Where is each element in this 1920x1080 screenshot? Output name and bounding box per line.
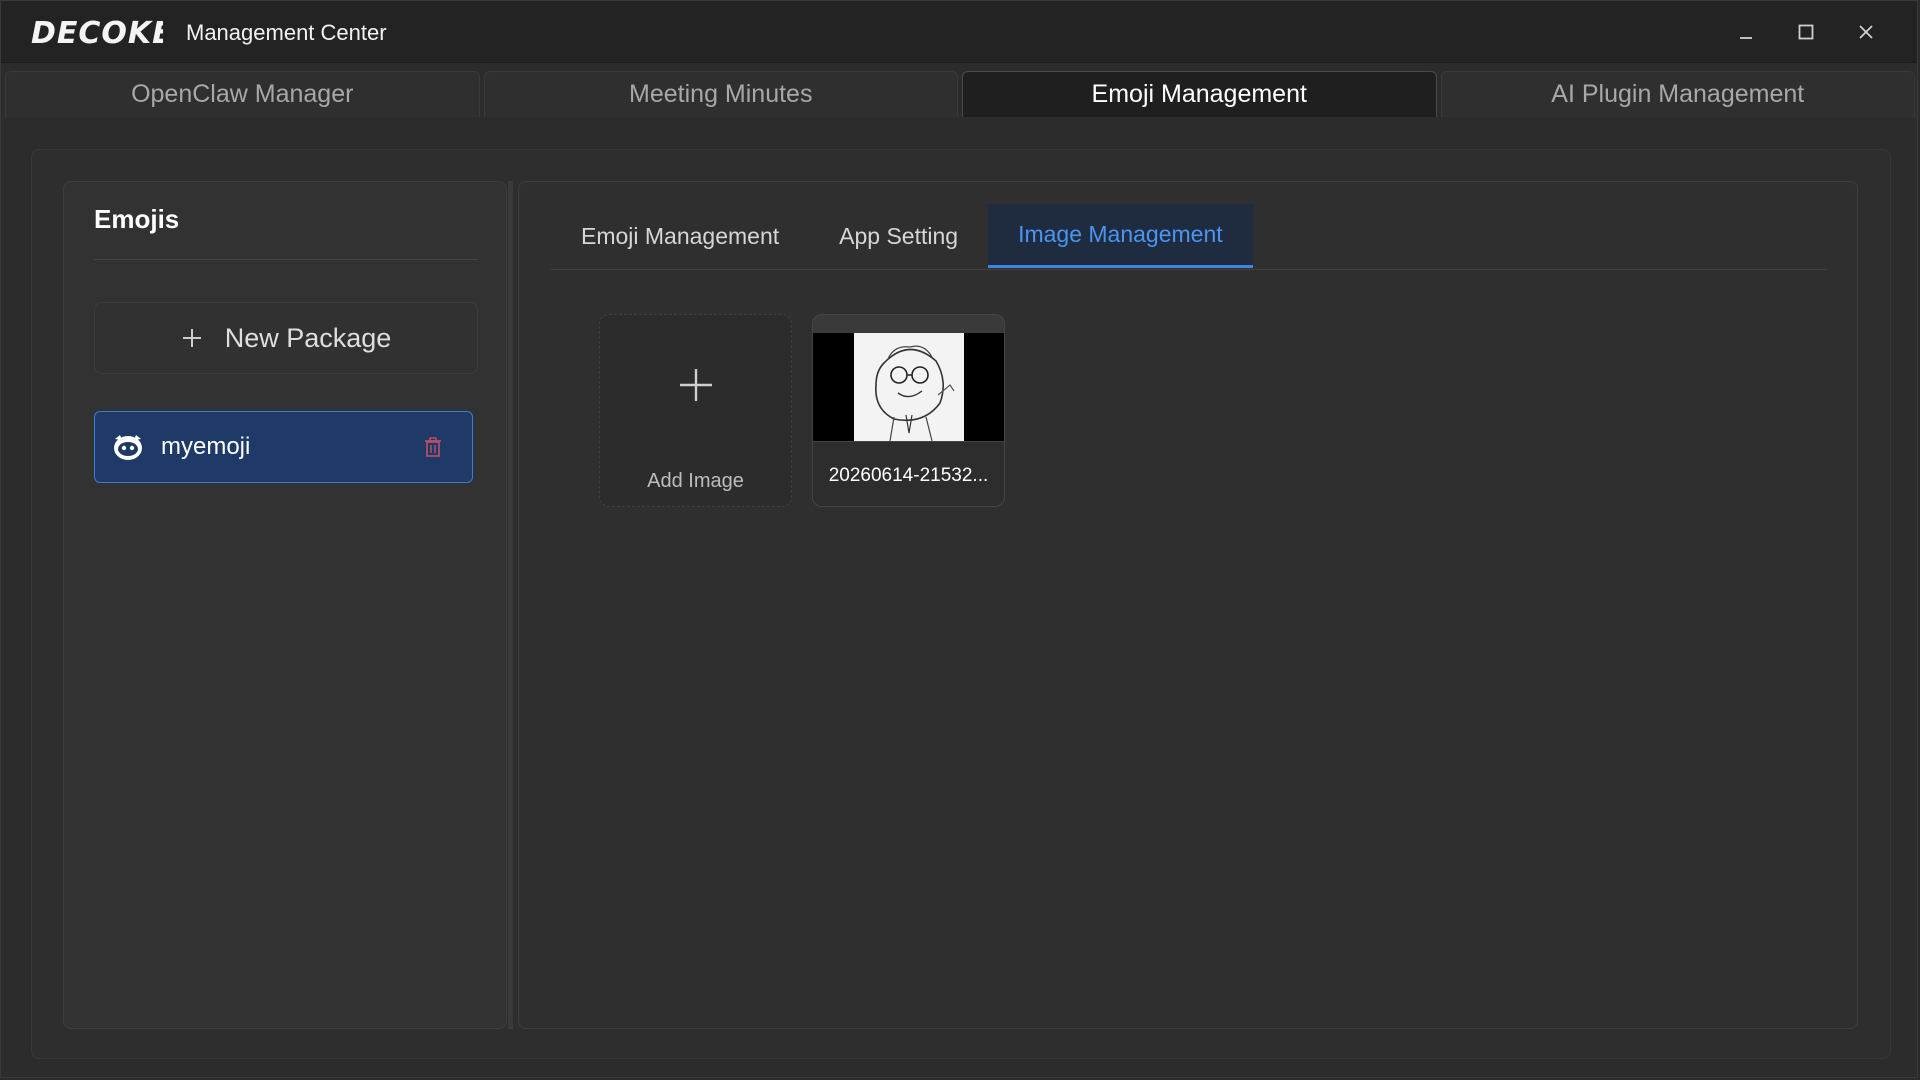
tab-meeting-minutes[interactable]: Meeting Minutes: [483, 71, 958, 117]
subtab-emoji-management[interactable]: Emoji Management: [551, 204, 809, 268]
new-package-label: New Package: [224, 322, 392, 353]
tab-ai-plugin-management[interactable]: AI Plugin Management: [1440, 71, 1915, 117]
logo-mark: DECOKE: [31, 16, 173, 51]
plus-icon: [181, 321, 203, 355]
close-icon: [1859, 25, 1873, 39]
new-package-button[interactable]: New Package: [94, 302, 478, 374]
add-plus-icon: [600, 367, 791, 403]
maximize-icon: [1798, 24, 1814, 40]
panel-title: Emojis: [94, 204, 180, 234]
emoji-detail-panel: Emoji Management App Setting Image Manag…: [518, 181, 1858, 1029]
package-label: myemoji: [161, 433, 251, 460]
subtab-app-setting[interactable]: App Setting: [809, 204, 988, 268]
main-tab-bar: OpenClaw Manager Meeting Minutes Emoji M…: [5, 71, 1915, 117]
emoji-face-icon: [111, 430, 145, 464]
panel-divider: [94, 259, 478, 260]
image-caption: 20260614-21532...: [813, 441, 1004, 506]
tab-emoji-management[interactable]: Emoji Management: [962, 71, 1437, 117]
maximize-button[interactable]: [1783, 13, 1829, 51]
logo-text: DECOKE: [31, 16, 163, 49]
add-image-label: Add Image: [647, 470, 744, 492]
trash-icon[interactable]: [422, 435, 444, 459]
window-title: Management Center: [186, 20, 387, 45]
add-image-button[interactable]: Add Image: [599, 314, 792, 507]
emoji-package-panel: Emojis New Package myemoji: [63, 181, 507, 1029]
image-grid: Add Image 20260614-21532...: [599, 314, 1005, 507]
image-filename: 20260614-21532...: [828, 464, 989, 486]
subtab-image-management[interactable]: Image Management: [988, 204, 1253, 268]
minimize-button[interactable]: [1723, 13, 1769, 51]
app-logo: DECOKE: [31, 15, 173, 51]
tab-openclaw-manager[interactable]: OpenClaw Manager: [5, 71, 480, 117]
sketch-image: [853, 333, 964, 442]
close-button[interactable]: [1843, 13, 1889, 51]
package-item-myemoji[interactable]: myemoji: [94, 411, 473, 483]
sub-tab-bar: Emoji Management App Setting Image Manag…: [551, 204, 1827, 270]
minimize-icon: [1740, 37, 1752, 39]
app-window: DECOKE Management Center OpenClaw Manage…: [0, 0, 1918, 1078]
image-thumbnail: [813, 333, 1004, 442]
panel-splitter[interactable]: [508, 181, 513, 1029]
image-card[interactable]: 20260614-21532...: [812, 314, 1005, 507]
title-bar: DECOKE Management Center: [1, 1, 1917, 63]
